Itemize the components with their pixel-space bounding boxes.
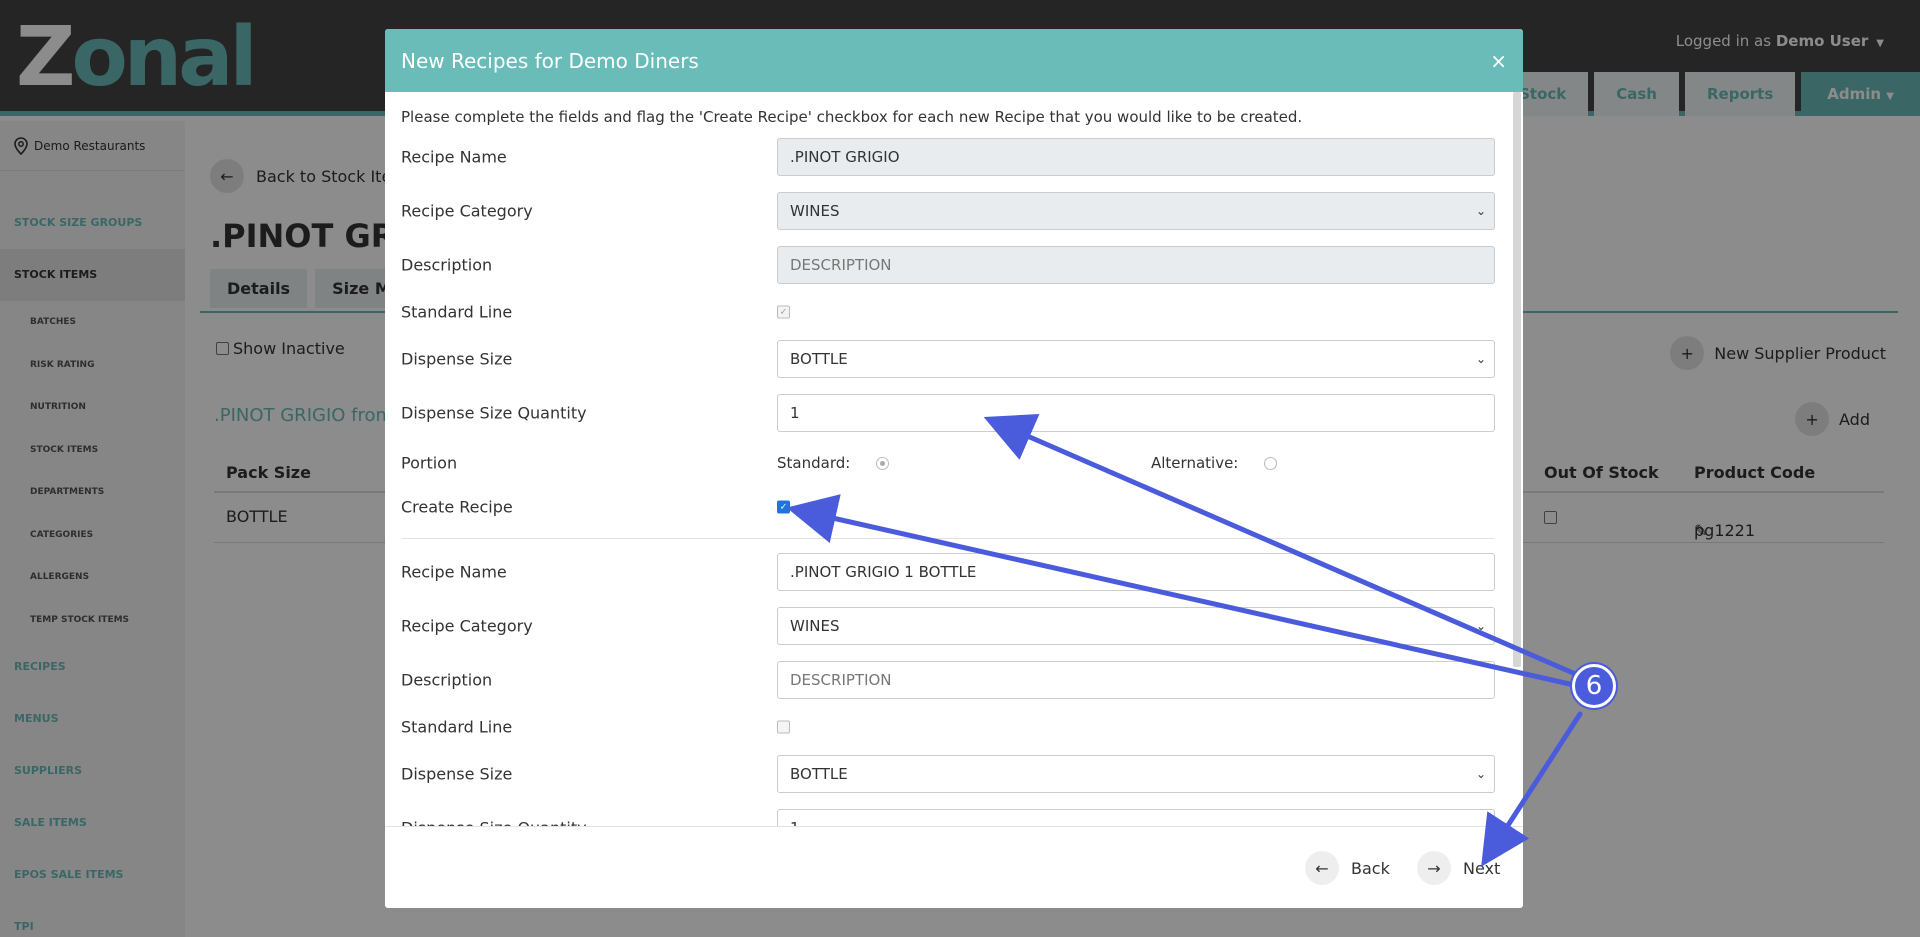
portion-standard: Standard: [777, 454, 890, 472]
modal-body: Please complete the fields and flag the … [385, 92, 1511, 826]
create-recipe-label: Create Recipe [401, 497, 513, 517]
recipe2-standard-line-row: Standard Line [401, 707, 1495, 747]
recipe1-dispense-qty-row: Dispense Size Quantity 1 [401, 386, 1495, 440]
new-recipes-modal: New Recipes for Demo Diners × Please com… [385, 29, 1523, 908]
description-label: Description [401, 255, 493, 275]
standard-line-label: Standard Line [401, 717, 513, 737]
standard-line-label: Standard Line [401, 302, 513, 322]
description-label: Description [401, 670, 493, 690]
back-button[interactable]: ← Back [1305, 851, 1390, 885]
recipe1-create-recipe-checkbox[interactable]: ✓ [777, 500, 790, 514]
chevron-down-icon: ⌄ [1475, 352, 1486, 366]
recipe2-dispense-size-select[interactable]: BOTTLE ⌄ [777, 755, 1495, 793]
recipe-divider [401, 538, 1495, 539]
recipe-category-label: Recipe Category [401, 201, 533, 221]
recipe1-description-input: DESCRIPTION [777, 246, 1495, 284]
modal-header: New Recipes for Demo Diners × [385, 29, 1523, 92]
chevron-down-icon: ⌄ [1475, 619, 1486, 633]
portion-label: Portion [401, 453, 458, 473]
recipe1-dispense-size-row: Dispense Size BOTTLE ⌄ [401, 332, 1495, 386]
recipe1-dispense-size-select[interactable]: BOTTLE ⌄ [777, 340, 1495, 378]
modal-footer: ← Back → Next [385, 826, 1523, 908]
recipe-name-label: Recipe Name [401, 147, 507, 167]
recipe1-standard-line-checkbox: ✓ [777, 305, 790, 319]
alternative-label: Alternative: [1151, 454, 1239, 472]
next-button[interactable]: → Next [1417, 851, 1500, 885]
modal-title: New Recipes for Demo Diners [401, 48, 699, 73]
dispense-size-quantity-label: Dispense Size Quantity [401, 819, 587, 827]
recipe1-name-row: Recipe Name .PINOT GRIGIO [401, 130, 1495, 184]
dispense-size-label: Dispense Size [401, 764, 513, 784]
portion-standard-radio[interactable] [876, 456, 890, 470]
dispense-size-quantity-label: Dispense Size Quantity [401, 403, 587, 423]
chevron-down-icon: ⌄ [1475, 204, 1486, 218]
recipe1-name-input: .PINOT GRIGIO [777, 138, 1495, 176]
recipe1-portion-row: Portion Standard: Alternative: [401, 440, 1495, 486]
recipe2-dispense-qty-input[interactable]: 1 [777, 809, 1495, 826]
modal-intro-text: Please complete the fields and flag the … [401, 108, 1303, 126]
recipe2-category-row: Recipe Category WINES ⌄ [401, 599, 1495, 653]
portion-alternative: Alternative: [1151, 454, 1278, 472]
recipe2-dispense-qty-row: Dispense Size Quantity 1 [401, 801, 1495, 826]
standard-label: Standard: [777, 454, 851, 472]
close-icon[interactable]: × [1490, 49, 1507, 73]
recipe-category-label: Recipe Category [401, 616, 533, 636]
recipe-name-label: Recipe Name [401, 562, 507, 582]
recipe2-dispense-size-row: Dispense Size BOTTLE ⌄ [401, 747, 1495, 801]
recipe2-standard-line-checkbox [777, 720, 790, 734]
portion-alternative-radio[interactable] [1264, 456, 1278, 470]
recipe1-description-row: Description DESCRIPTION [401, 238, 1495, 292]
recipe1-category-row: Recipe Category WINES ⌄ [401, 184, 1495, 238]
chevron-down-icon: ⌄ [1475, 767, 1486, 781]
dispense-size-label: Dispense Size [401, 349, 513, 369]
arrow-left-icon: ← [1305, 851, 1339, 885]
recipe2-category-select[interactable]: WINES ⌄ [777, 607, 1495, 645]
recipe2-name-row: Recipe Name .PINOT GRIGIO 1 BOTTLE [401, 545, 1495, 599]
recipe2-description-input[interactable]: DESCRIPTION [777, 661, 1495, 699]
recipe1-category-select: WINES ⌄ [777, 192, 1495, 230]
recipe1-dispense-qty-input[interactable]: 1 [777, 394, 1495, 432]
recipe2-description-row: Description DESCRIPTION [401, 653, 1495, 707]
recipe1-create-recipe-row: Create Recipe ✓ [401, 486, 1495, 528]
modal-scrollbar[interactable] [1513, 92, 1521, 667]
arrow-right-icon: → [1417, 851, 1451, 885]
step-marker: 6 [1572, 664, 1616, 708]
recipe2-name-input[interactable]: .PINOT GRIGIO 1 BOTTLE [777, 553, 1495, 591]
recipe1-standard-line-row: Standard Line ✓ [401, 292, 1495, 332]
